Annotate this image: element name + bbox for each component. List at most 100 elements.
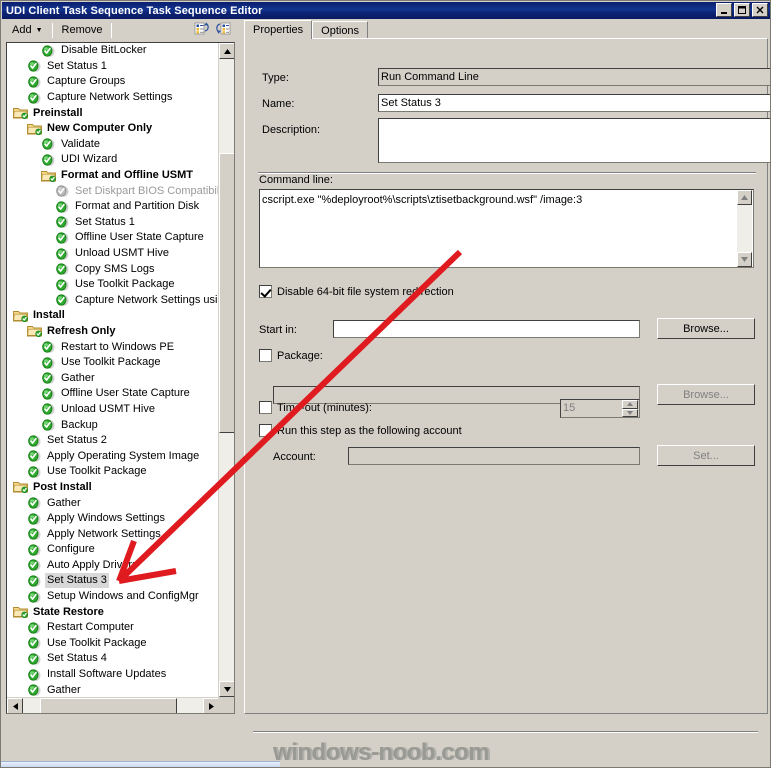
tree-item[interactable]: Validate bbox=[7, 137, 219, 153]
package-label: Package: bbox=[277, 349, 323, 362]
maximize-icon[interactable] bbox=[734, 3, 750, 17]
disable-redirection-checkbox[interactable] bbox=[259, 285, 272, 298]
remove-button[interactable]: Remove bbox=[56, 21, 109, 40]
run-as-account-checkbox[interactable] bbox=[259, 424, 272, 437]
run-as-account-label: Run this step as the following account bbox=[277, 424, 462, 437]
timeout-checkbox[interactable] bbox=[259, 401, 272, 414]
start-in-input[interactable] bbox=[333, 320, 640, 338]
close-icon[interactable] bbox=[752, 3, 768, 17]
tree-item-label: Offline User State Capture bbox=[75, 231, 204, 244]
scroll-up-arrow-icon[interactable] bbox=[219, 43, 234, 59]
tree-item[interactable]: Backup bbox=[7, 417, 219, 433]
start-in-browse-button[interactable]: Browse... bbox=[657, 318, 755, 339]
tree-item[interactable]: Unload USMT Hive bbox=[7, 402, 219, 418]
tab-options-label: Options bbox=[321, 24, 360, 37]
tree-item[interactable]: Restart to Windows PE bbox=[7, 339, 219, 355]
step-enabled-icon bbox=[27, 543, 43, 557]
command-scroll-up-icon[interactable] bbox=[737, 190, 752, 205]
tree-item-label: Validate bbox=[61, 137, 100, 150]
tree-item[interactable]: Format and Offline USMT bbox=[7, 168, 219, 184]
tree-item[interactable]: Preinstall bbox=[7, 105, 219, 121]
tree-item[interactable]: Gather bbox=[7, 495, 219, 511]
tree-item[interactable]: Disable BitLocker bbox=[7, 43, 219, 59]
tab-options[interactable]: Options bbox=[312, 21, 369, 39]
chevron-down-icon: ▼ bbox=[35, 26, 43, 34]
disable-redirection-row[interactable]: Disable 64-bit file system redirection bbox=[259, 285, 454, 298]
tree-item[interactable]: Set Status 1 bbox=[7, 59, 219, 75]
step-enabled-icon bbox=[41, 44, 57, 58]
move-up-icon[interactable] bbox=[194, 21, 211, 40]
tree-item[interactable]: Format and Partition Disk bbox=[7, 199, 219, 215]
tree-item-label: Auto Apply Drivers bbox=[47, 558, 138, 571]
spinner-up-icon bbox=[622, 400, 638, 409]
tree-item[interactable]: Apply Network Settings bbox=[7, 526, 219, 542]
tree-item[interactable]: Use Toolkit Package bbox=[7, 464, 219, 480]
tree-item[interactable]: Set Status 1 bbox=[7, 215, 219, 231]
tree-item[interactable]: Gather bbox=[7, 370, 219, 386]
tree-item-label: Gather bbox=[47, 683, 81, 696]
scroll-down-arrow-icon[interactable] bbox=[219, 681, 234, 697]
tree-item[interactable]: Install bbox=[7, 308, 219, 324]
tree-item-label: Install Software Updates bbox=[47, 668, 167, 681]
command-line-textarea[interactable]: cscript.exe "%deployroot%\scripts\ztiset… bbox=[259, 189, 754, 268]
tree-item[interactable]: Setup Windows and ConfigMgr bbox=[7, 589, 219, 605]
tree-item[interactable]: State Restore bbox=[7, 604, 219, 620]
task-sequence-tree[interactable]: Disable BitLocker Set Status 1 Capture Gro… bbox=[7, 43, 219, 697]
tree-item-label: Gather bbox=[61, 371, 95, 384]
run-as-account-row[interactable]: Run this step as the following account bbox=[259, 424, 462, 437]
tree-item-label: Post Install bbox=[33, 480, 92, 493]
tree-item[interactable]: Post Install bbox=[7, 480, 219, 496]
tree-item[interactable]: Capture Network Settings usin bbox=[7, 293, 219, 309]
tree-item[interactable]: Set Status 3 bbox=[7, 573, 219, 589]
tree-item[interactable]: Offline User State Capture bbox=[7, 386, 219, 402]
timeout-label: Time-out (minutes): bbox=[277, 401, 372, 414]
tree-item[interactable]: Capture Network Settings bbox=[7, 90, 219, 106]
task-sequence-tree-viewport[interactable]: Disable BitLocker Set Status 1 Capture Gro… bbox=[7, 43, 219, 697]
tree-item[interactable]: Restart Computer bbox=[7, 620, 219, 636]
name-input[interactable]: Set Status 3 bbox=[378, 94, 770, 112]
tree-item[interactable]: Offline User State Capture bbox=[7, 230, 219, 246]
tab-properties[interactable]: Properties bbox=[244, 20, 313, 39]
tree-item-label: Offline User State Capture bbox=[61, 387, 190, 400]
step-enabled-icon bbox=[27, 683, 43, 697]
tree-item[interactable]: Use Toolkit Package bbox=[7, 636, 219, 652]
tree-item[interactable]: Refresh Only bbox=[7, 324, 219, 340]
step-enabled-icon bbox=[41, 356, 57, 370]
tree-item[interactable]: UDI Wizard bbox=[7, 152, 219, 168]
tree-item[interactable]: Capture Groups bbox=[7, 74, 219, 90]
add-button[interactable]: Add ▼ bbox=[6, 21, 49, 40]
package-checkbox[interactable] bbox=[259, 349, 272, 362]
tree-horizontal-scrollbar[interactable] bbox=[7, 697, 219, 713]
tree-item-label: Install bbox=[33, 309, 65, 322]
tree-item[interactable]: New Computer Only bbox=[7, 121, 219, 137]
tree-item[interactable]: Use Toolkit Package bbox=[7, 355, 219, 371]
step-enabled-icon bbox=[27, 652, 43, 666]
tree-item-label: Set Status 4 bbox=[47, 652, 107, 665]
description-textarea[interactable] bbox=[378, 118, 770, 163]
command-scroll-down-icon[interactable] bbox=[737, 252, 752, 267]
tree-item[interactable]: Set Status 4 bbox=[7, 651, 219, 667]
tree-item[interactable]: Set Status 2 bbox=[7, 433, 219, 449]
move-down-icon[interactable] bbox=[215, 21, 232, 40]
step-enabled-icon bbox=[41, 137, 57, 151]
start-in-label: Start in: bbox=[259, 324, 297, 336]
minimize-icon[interactable] bbox=[716, 3, 732, 17]
tree-item[interactable]: Unload USMT Hive bbox=[7, 246, 219, 262]
scrollbar-corner bbox=[218, 697, 234, 713]
tree-item[interactable]: Install Software Updates bbox=[7, 667, 219, 683]
tree-item-label: Use Toolkit Package bbox=[61, 356, 161, 369]
tree-item[interactable]: Use Toolkit Package bbox=[7, 277, 219, 293]
tree-item[interactable]: Set Diskpart BIOS Compatibilit bbox=[7, 183, 219, 199]
tree-item[interactable]: Copy SMS Logs bbox=[7, 261, 219, 277]
tree-vertical-scrollbar[interactable] bbox=[218, 43, 234, 697]
tree-item[interactable]: Apply Windows Settings bbox=[7, 511, 219, 527]
tree-vertical-scroll-thumb[interactable] bbox=[219, 153, 234, 433]
tree-item[interactable]: Auto Apply Drivers bbox=[7, 558, 219, 574]
command-line-scrollbar[interactable] bbox=[737, 190, 752, 267]
package-row[interactable]: Package: bbox=[259, 349, 323, 362]
tree-item[interactable]: Apply Operating System Image bbox=[7, 448, 219, 464]
spinner-down-icon bbox=[622, 408, 638, 417]
tree-item[interactable]: Configure bbox=[7, 542, 219, 558]
timeout-row[interactable]: Time-out (minutes): bbox=[259, 401, 372, 414]
tree-item[interactable]: Gather bbox=[7, 682, 219, 697]
